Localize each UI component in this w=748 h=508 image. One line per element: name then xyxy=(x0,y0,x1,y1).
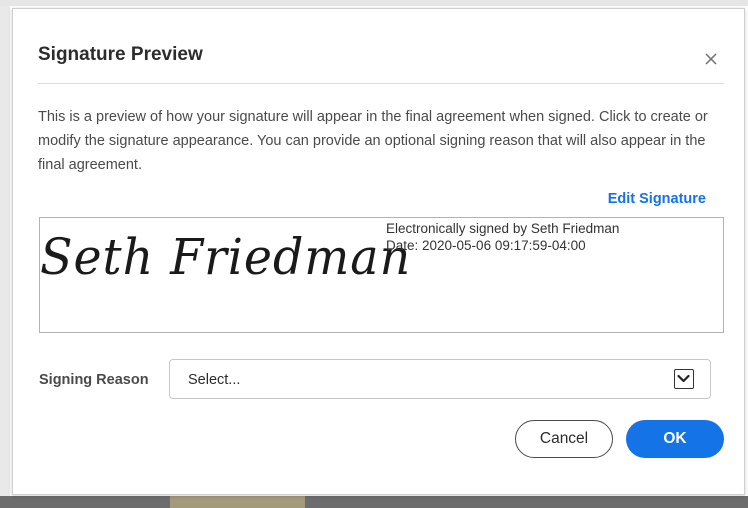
signature-preview-dialog: Signature Preview This is a preview of h… xyxy=(12,8,745,495)
signature-details: Electronically signed by Seth Friedman D… xyxy=(386,220,619,254)
signing-reason-value: Select... xyxy=(188,372,241,388)
signature-preview-box[interactable]: Seth Friedman Electronically signed by S… xyxy=(39,217,724,333)
background-edge-bottom xyxy=(0,496,748,508)
background-edge-left xyxy=(0,0,10,508)
close-icon xyxy=(705,53,717,65)
dialog-title: Signature Preview xyxy=(38,44,203,65)
chevron-down-icon[interactable] xyxy=(674,369,694,389)
title-divider xyxy=(38,83,724,84)
signature-image: Seth Friedman xyxy=(40,228,412,286)
ok-button[interactable]: OK xyxy=(626,420,724,458)
edit-signature-link[interactable]: Edit Signature xyxy=(608,191,706,207)
dialog-description: This is a preview of how your signature … xyxy=(38,109,708,173)
signed-date-text: Date: 2020-05-06 09:17:59-04:00 xyxy=(386,238,586,253)
cancel-button[interactable]: Cancel xyxy=(515,420,613,458)
background-edge-top xyxy=(0,0,748,6)
signing-reason-select[interactable]: Select... xyxy=(169,359,711,399)
signed-by-text: Electronically signed by Seth Friedman xyxy=(386,221,620,236)
background-edge-highlight xyxy=(170,496,305,508)
signing-reason-label: Signing Reason xyxy=(39,372,149,388)
close-button[interactable] xyxy=(701,49,721,69)
